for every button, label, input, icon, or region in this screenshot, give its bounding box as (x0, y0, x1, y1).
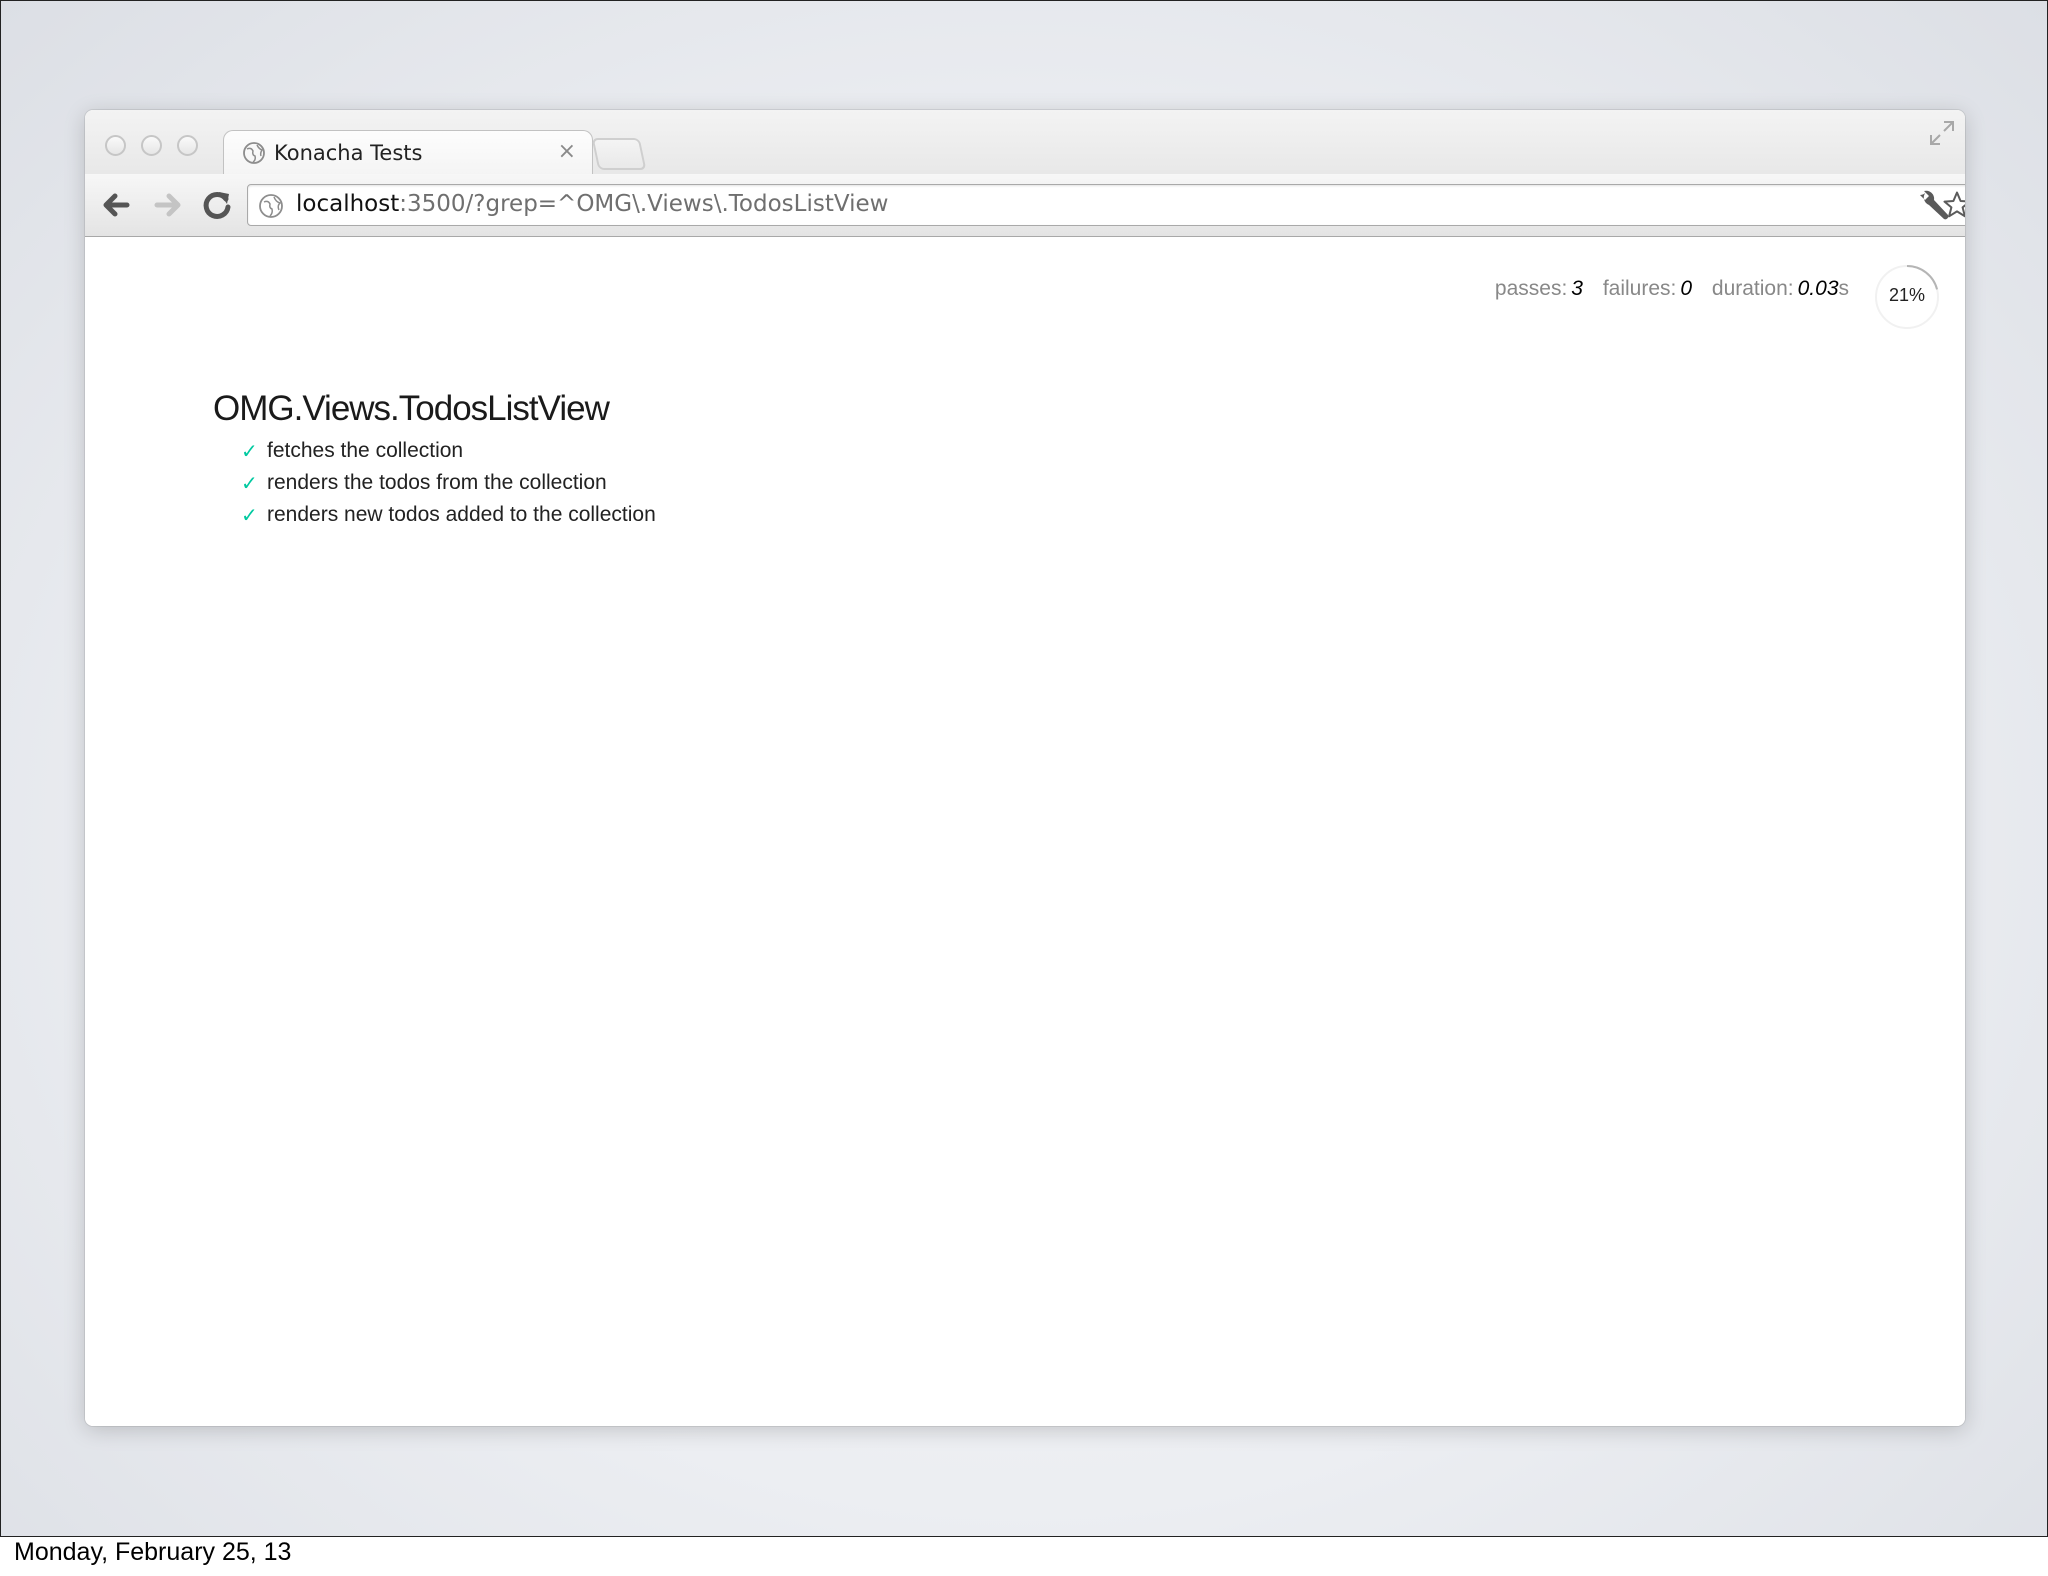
duration-value: 0.03 (1797, 277, 1839, 300)
new-tab-button[interactable] (591, 138, 647, 170)
progress-label: 21% (1888, 285, 1926, 305)
minimize-window-button[interactable] (141, 135, 162, 156)
test-item[interactable]: ✓ renders new todos added to the collect… (213, 499, 656, 531)
failures-count: 0 (1680, 277, 1693, 300)
failures-stat[interactable]: failures: 0 (1603, 277, 1692, 300)
reload-icon[interactable] (197, 186, 237, 224)
failures-label: failures: (1602, 277, 1677, 300)
forward-arrow-icon[interactable] (147, 186, 187, 224)
wrench-icon[interactable] (1917, 188, 1951, 222)
test-title: fetches the collection (267, 439, 464, 462)
url-host: localhost (296, 191, 400, 217)
duration-label: duration: (1711, 277, 1794, 300)
url-path: :3500/?grep=^OMG\.Views\.TodosListView (399, 191, 889, 217)
passes-count: 3 (1571, 277, 1583, 300)
slide-date: Monday, February 25, 13 (14, 1538, 292, 1566)
test-item[interactable]: ✓ fetches the collection (213, 435, 656, 467)
tab-strip: Konacha Tests × (85, 110, 1965, 176)
slide: Konacha Tests × localhost:3500/?grep=^OM… (0, 0, 2048, 1537)
test-title: renders new todos added to the collectio… (267, 503, 656, 526)
pass-check-icon: ✓ (241, 503, 258, 527)
browser-toolbar: localhost:3500/?grep=^OMG\.Views\.TodosL… (85, 174, 1965, 237)
test-item[interactable]: ✓ renders the todos from the collection (213, 467, 656, 499)
passes-label: passes: (1494, 277, 1568, 300)
close-window-button[interactable] (105, 135, 126, 156)
zoom-window-button[interactable] (177, 135, 198, 156)
fullscreen-icon[interactable] (1927, 118, 1957, 148)
suite-title[interactable]: OMG.Views.TodosListView (213, 389, 656, 429)
test-stats: passes: 3 failures: 0 duration: 0.03s (1481, 277, 1849, 301)
duration-stat: duration: 0.03s (1712, 277, 1849, 300)
pass-check-icon: ✓ (241, 471, 258, 495)
tab-close-icon[interactable]: × (558, 139, 576, 164)
passes-stat[interactable]: passes: 3 (1495, 277, 1583, 300)
test-title: renders the todos from the collection (267, 471, 607, 494)
browser-window: Konacha Tests × localhost:3500/?grep=^OM… (85, 110, 1965, 1426)
globe-icon (259, 194, 283, 218)
pass-check-icon: ✓ (241, 439, 258, 463)
tab-konacha-tests[interactable]: Konacha Tests × (223, 130, 593, 176)
test-suite: OMG.Views.TodosListView ✓ fetches the co… (213, 389, 656, 531)
page-viewport: passes: 3 failures: 0 duration: 0.03s 21% O… (85, 237, 1965, 1426)
tab-title: Konacha Tests (274, 141, 423, 165)
url-text: localhost:3500/?grep=^OMG\.Views\.TodosL… (296, 191, 888, 217)
progress-ring: 21% (1873, 263, 1941, 331)
globe-icon (243, 142, 265, 164)
address-bar[interactable]: localhost:3500/?grep=^OMG\.Views\.TodosL… (247, 184, 1965, 226)
back-arrow-icon[interactable] (97, 186, 137, 224)
duration-unit: s (1838, 277, 1850, 300)
